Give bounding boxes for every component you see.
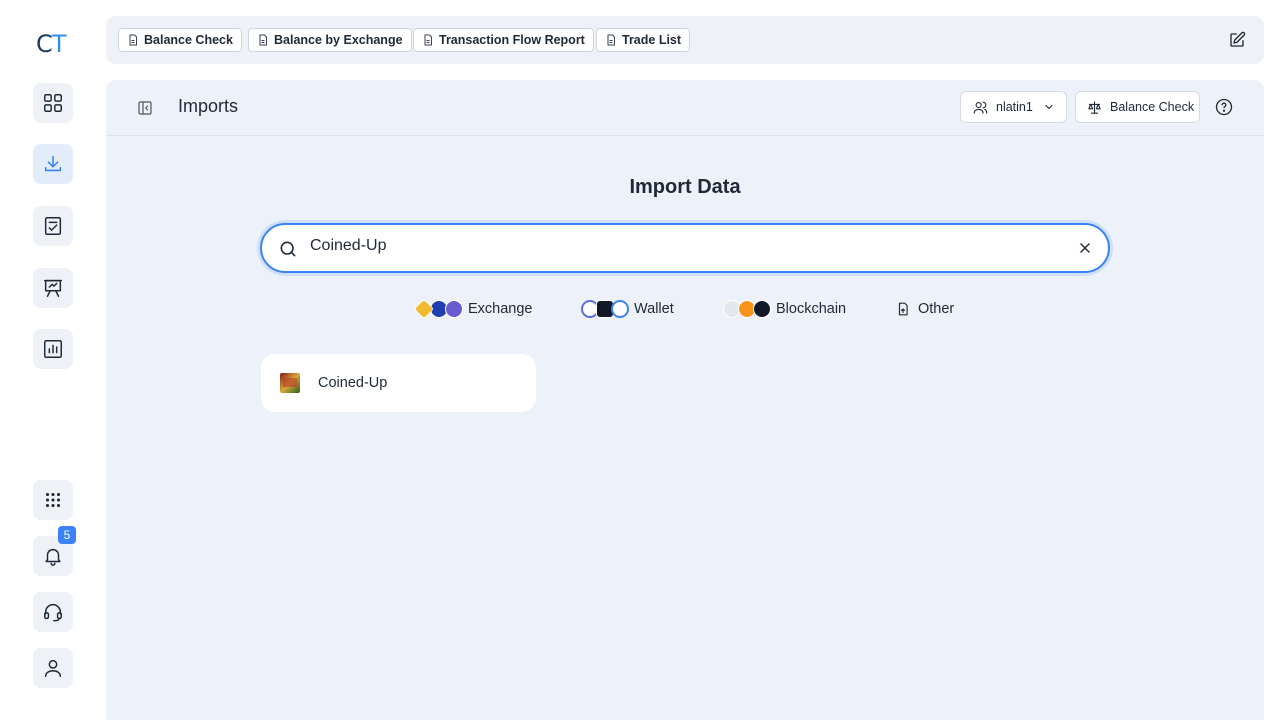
balance-check-label: Balance Check <box>1110 100 1195 114</box>
result-item-coined-up[interactable]: Coined-Up <box>261 354 536 412</box>
document-icon <box>129 34 137 46</box>
rail-presentation-button[interactable] <box>33 268 73 308</box>
panel-header: Imports nlatin1 Balance Check <box>106 80 1264 136</box>
rail-support-button[interactable] <box>33 592 73 632</box>
presentation-icon <box>44 279 62 297</box>
document-icon <box>259 34 267 46</box>
tab-label: Balance by Exchange <box>274 33 403 47</box>
search-value: Coined-Up <box>310 237 387 254</box>
chevron-down-icon <box>1045 104 1053 110</box>
wallet-logos-icon <box>581 300 629 318</box>
coined-up-logo <box>280 373 300 393</box>
scale-icon <box>1088 100 1101 114</box>
result-name: Coined-Up <box>318 375 388 391</box>
filter-label: Other <box>918 301 955 317</box>
rail-reports-button[interactable] <box>33 329 73 369</box>
search-icon <box>280 241 296 257</box>
notification-badge: 5 <box>58 526 76 544</box>
bell-icon <box>45 548 61 566</box>
edit-icon[interactable] <box>1228 31 1246 49</box>
rail-profile-button[interactable] <box>33 648 73 688</box>
report-tabs-bar: Balance Check Balance by Exchange Transa… <box>106 16 1264 64</box>
bar-chart-icon <box>44 340 62 358</box>
page-title: Imports <box>178 96 239 116</box>
tab-balance-check[interactable]: Balance Check <box>118 28 242 52</box>
rail-apps-button[interactable] <box>33 480 73 520</box>
rail-dashboard-button[interactable] <box>33 83 73 123</box>
file-upload-icon <box>898 302 908 316</box>
search-input[interactable]: Coined-Up <box>260 223 1110 273</box>
filter-label: Blockchain <box>776 301 847 317</box>
collapse-sidebar-icon[interactable] <box>137 100 153 116</box>
filter-label: Exchange <box>468 301 533 317</box>
user-icon <box>44 659 62 677</box>
balance-check-button[interactable]: Balance Check <box>1075 91 1200 123</box>
checklist-icon <box>44 217 62 235</box>
main-panel: Imports nlatin1 Balance Check Import Dat… <box>106 80 1264 720</box>
filter-other[interactable]: Other <box>896 296 954 322</box>
rail-tasks-button[interactable] <box>33 206 73 246</box>
tab-balance-by-exchange[interactable]: Balance by Exchange <box>248 28 412 52</box>
headset-icon <box>44 604 62 622</box>
close-icon[interactable] <box>1078 241 1092 255</box>
document-icon <box>424 34 432 46</box>
grid-icon <box>44 94 62 112</box>
left-rail: CT 5 <box>0 0 106 720</box>
filter-label: Wallet <box>634 301 674 317</box>
tab-transaction-flow-report[interactable]: Transaction Flow Report <box>413 28 594 52</box>
download-icon <box>44 155 62 172</box>
logo-letter-c: C <box>36 30 53 58</box>
tab-trade-list[interactable]: Trade List <box>596 28 691 52</box>
tab-label: Trade List <box>622 33 682 47</box>
user-name: nlatin1 <box>996 100 1033 114</box>
app-logo[interactable]: CT <box>36 30 67 58</box>
help-icon[interactable] <box>1215 98 1233 116</box>
tab-label: Balance Check <box>144 33 233 47</box>
exchange-logos-icon <box>413 298 463 320</box>
rail-notifications-button[interactable]: 5 <box>33 526 76 576</box>
document-icon <box>607 34 615 46</box>
users-icon <box>973 101 988 114</box>
filter-wallet[interactable]: Wallet <box>581 296 674 322</box>
dots-grid-icon <box>45 492 61 508</box>
filter-exchange[interactable]: Exchange <box>413 296 533 322</box>
tab-label: Transaction Flow Report <box>439 33 585 47</box>
rail-imports-button[interactable] <box>33 144 73 184</box>
import-data-title: Import Data <box>629 176 741 198</box>
filter-blockchain[interactable]: Blockchain <box>723 296 846 322</box>
user-select[interactable]: nlatin1 <box>960 91 1067 123</box>
logo-letter-t: T <box>51 30 67 58</box>
blockchain-logos-icon <box>723 300 771 318</box>
